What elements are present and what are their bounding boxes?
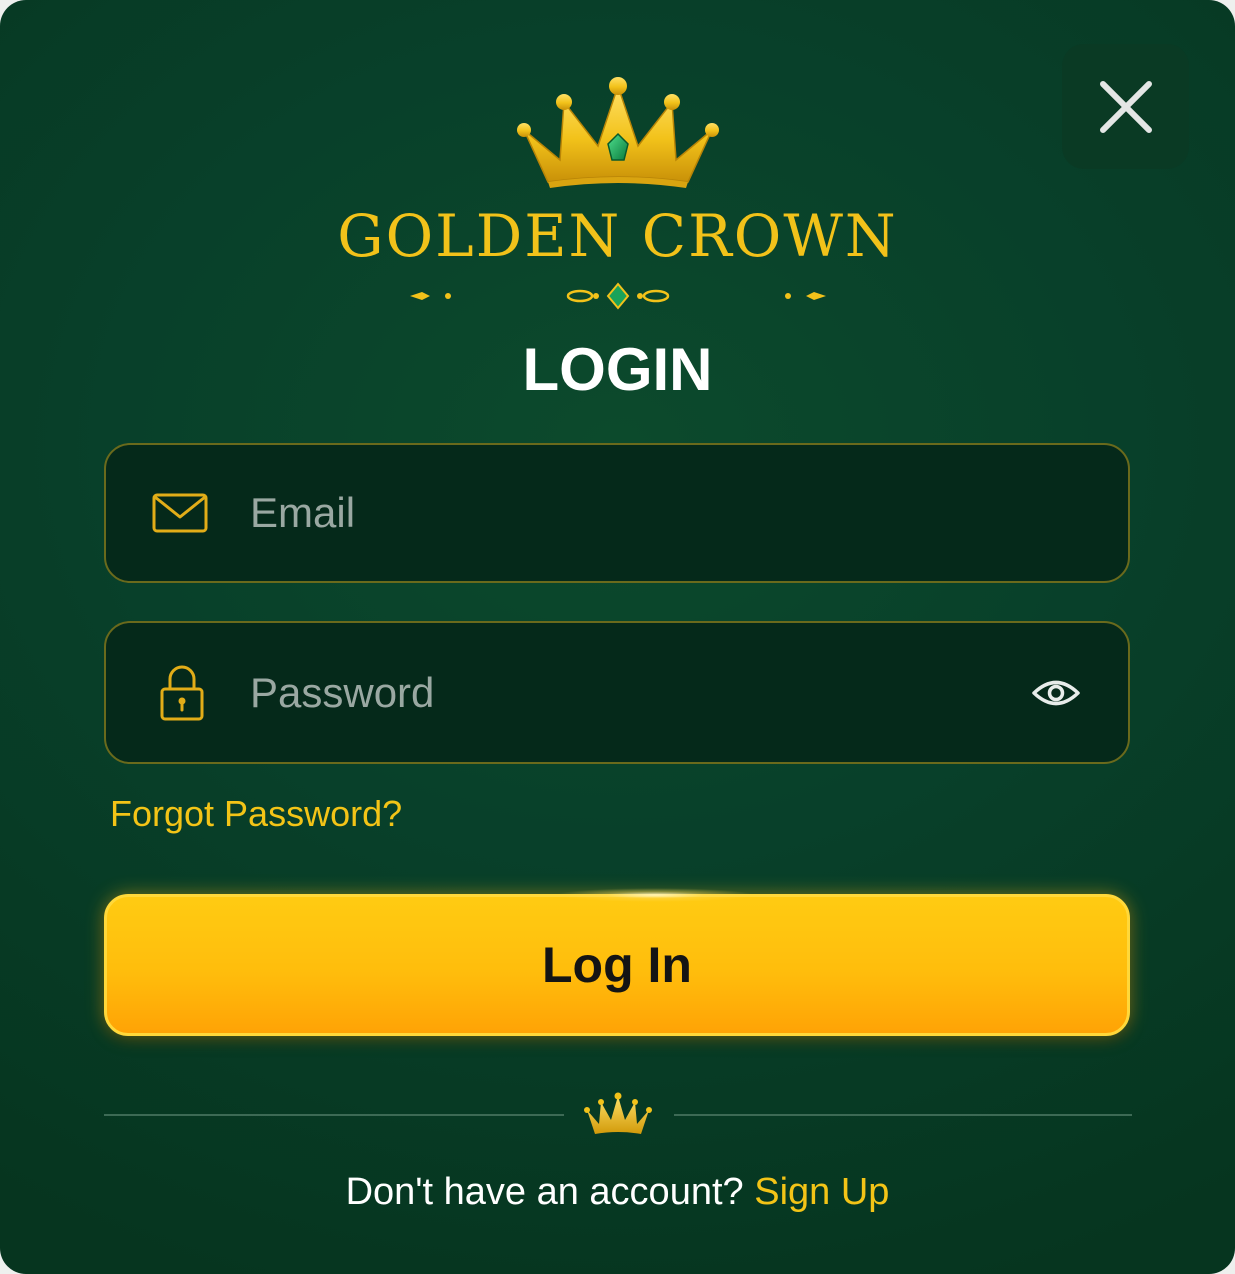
signup-row: Don't have an account? Sign Up — [0, 1168, 1235, 1216]
page-title: LOGIN — [522, 336, 713, 403]
password-field-icon — [160, 623, 204, 762]
password-field[interactable] — [104, 621, 1130, 764]
divider-line-left — [104, 1114, 564, 1116]
brand-name: GOLDEN CROWN — [337, 202, 898, 270]
password-input[interactable] — [250, 623, 1010, 762]
email-input[interactable] — [250, 445, 1010, 581]
login-button[interactable]: Log In — [104, 894, 1130, 1036]
crown-icon — [584, 1092, 652, 1134]
envelope-icon — [152, 493, 208, 533]
forgot-password-link[interactable]: Forgot Password? — [110, 792, 402, 836]
signup-prompt: Don't have an account? — [345, 1171, 744, 1213]
email-field[interactable] — [104, 443, 1130, 583]
eye-icon — [1032, 680, 1080, 705]
toggle-password-visibility-button[interactable] — [1032, 623, 1080, 762]
divider-line-right — [674, 1114, 1132, 1116]
ornament-divider-icon — [410, 282, 826, 310]
close-icon — [1099, 80, 1152, 133]
signup-link[interactable]: Sign Up — [754, 1171, 889, 1213]
email-field-icon — [152, 445, 208, 581]
crown-icon — [517, 77, 719, 188]
lock-icon — [160, 665, 204, 720]
login-modal: GOLDEN CROWN LOGIN Email Forgot Password… — [0, 0, 1235, 1274]
close-button[interactable] — [1062, 44, 1189, 169]
